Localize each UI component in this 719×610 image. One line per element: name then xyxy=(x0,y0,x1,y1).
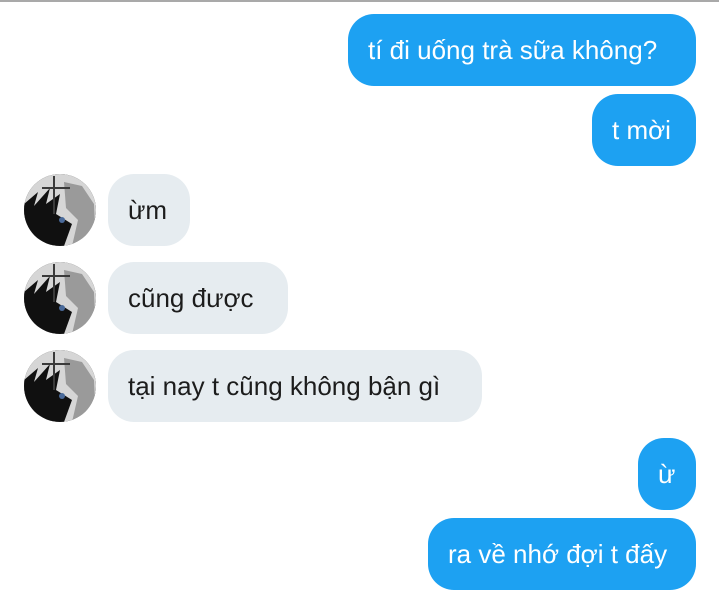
message-bubble-sent[interactable]: ừ xyxy=(638,438,696,510)
avatar-image-icon xyxy=(24,174,96,246)
message-bubble-received[interactable]: tại nay t cũng không bận gì xyxy=(108,350,482,422)
top-divider xyxy=(0,0,719,2)
message-bubble-sent[interactable]: ra về nhớ đợi t đấy xyxy=(428,518,696,590)
message-bubble-received[interactable]: cũng được xyxy=(108,262,288,334)
contact-avatar[interactable] xyxy=(24,174,96,246)
message-bubble-received[interactable]: ừm xyxy=(108,174,190,246)
avatar-image-icon xyxy=(24,350,96,422)
message-bubble-sent[interactable]: t mời xyxy=(592,94,696,166)
contact-avatar[interactable] xyxy=(24,350,96,422)
contact-avatar[interactable] xyxy=(24,262,96,334)
avatar-image-icon xyxy=(24,262,96,334)
message-bubble-sent[interactable]: tí đi uống trà sữa không? xyxy=(348,14,696,86)
